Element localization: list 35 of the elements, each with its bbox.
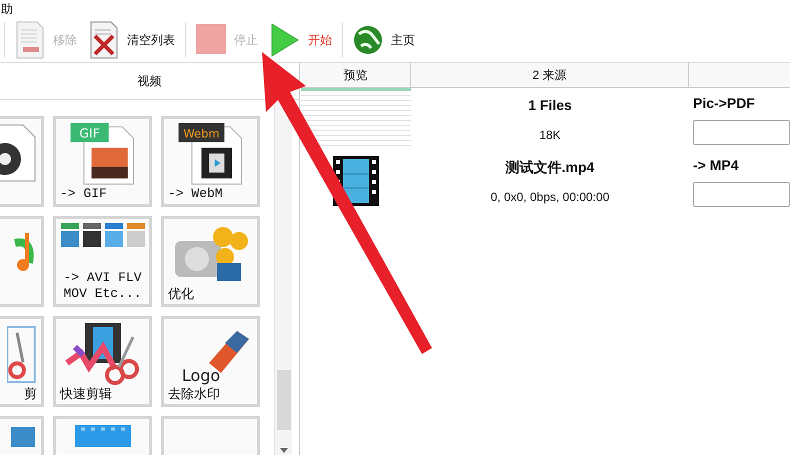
scroll-thumb[interactable]	[276, 370, 290, 430]
tile-label: -> GIF	[60, 186, 108, 202]
source-detail: 0, 0x0, 0bps, 00:00:00	[490, 188, 610, 206]
format-tile[interactable]: Webm -> WebM	[161, 116, 260, 207]
panel-title: 视频	[138, 73, 162, 90]
format-tile[interactable]: GIF -> GIF	[53, 116, 152, 207]
toolbar-button[interactable]: 清空列表	[83, 20, 181, 60]
format-tile[interactable]: 优化	[161, 216, 260, 307]
scrollbar[interactable]	[274, 100, 292, 455]
tile-label: 优化	[168, 286, 195, 302]
tile-label: 剪	[23, 386, 37, 402]
tile-label: 快速剪辑	[60, 386, 113, 402]
film-strip-icon	[74, 423, 130, 447]
format-tile[interactable]: 快速剪辑	[53, 316, 152, 407]
menu-item[interactable]: 助	[0, 0, 14, 18]
format-tile[interactable]: 剪	[0, 316, 44, 407]
output-format: Pic->PDF	[693, 94, 756, 113]
tile-label: -> AVI FLV MOV Etc...	[62, 270, 142, 302]
column-header[interactable]: 2 来源	[411, 63, 689, 87]
crop-scissors-icon	[7, 323, 37, 386]
toolbar-button[interactable]: 开始	[264, 20, 338, 60]
running-figure-scissors-icon	[64, 323, 140, 385]
format-thumbnails-icon	[60, 223, 144, 249]
output-field[interactable]	[693, 120, 790, 145]
tile-label: -> WebM	[168, 186, 224, 202]
format-tile[interactable]: Logo 去除水印	[161, 316, 260, 407]
scroll-down-icon[interactable]	[280, 448, 288, 453]
source-detail: 18K	[539, 126, 561, 144]
format-tile[interactable]: -> AVI FLV MOV Etc...	[53, 216, 152, 307]
source-name: 1 Files	[528, 96, 572, 114]
toolbar-button[interactable]: 主页	[347, 20, 421, 60]
output-format: -> MP4	[693, 156, 740, 175]
output-field[interactable]	[693, 182, 790, 207]
source-name: 测试文件.mp4	[506, 158, 594, 177]
tile-label: 去除水印	[168, 386, 221, 402]
